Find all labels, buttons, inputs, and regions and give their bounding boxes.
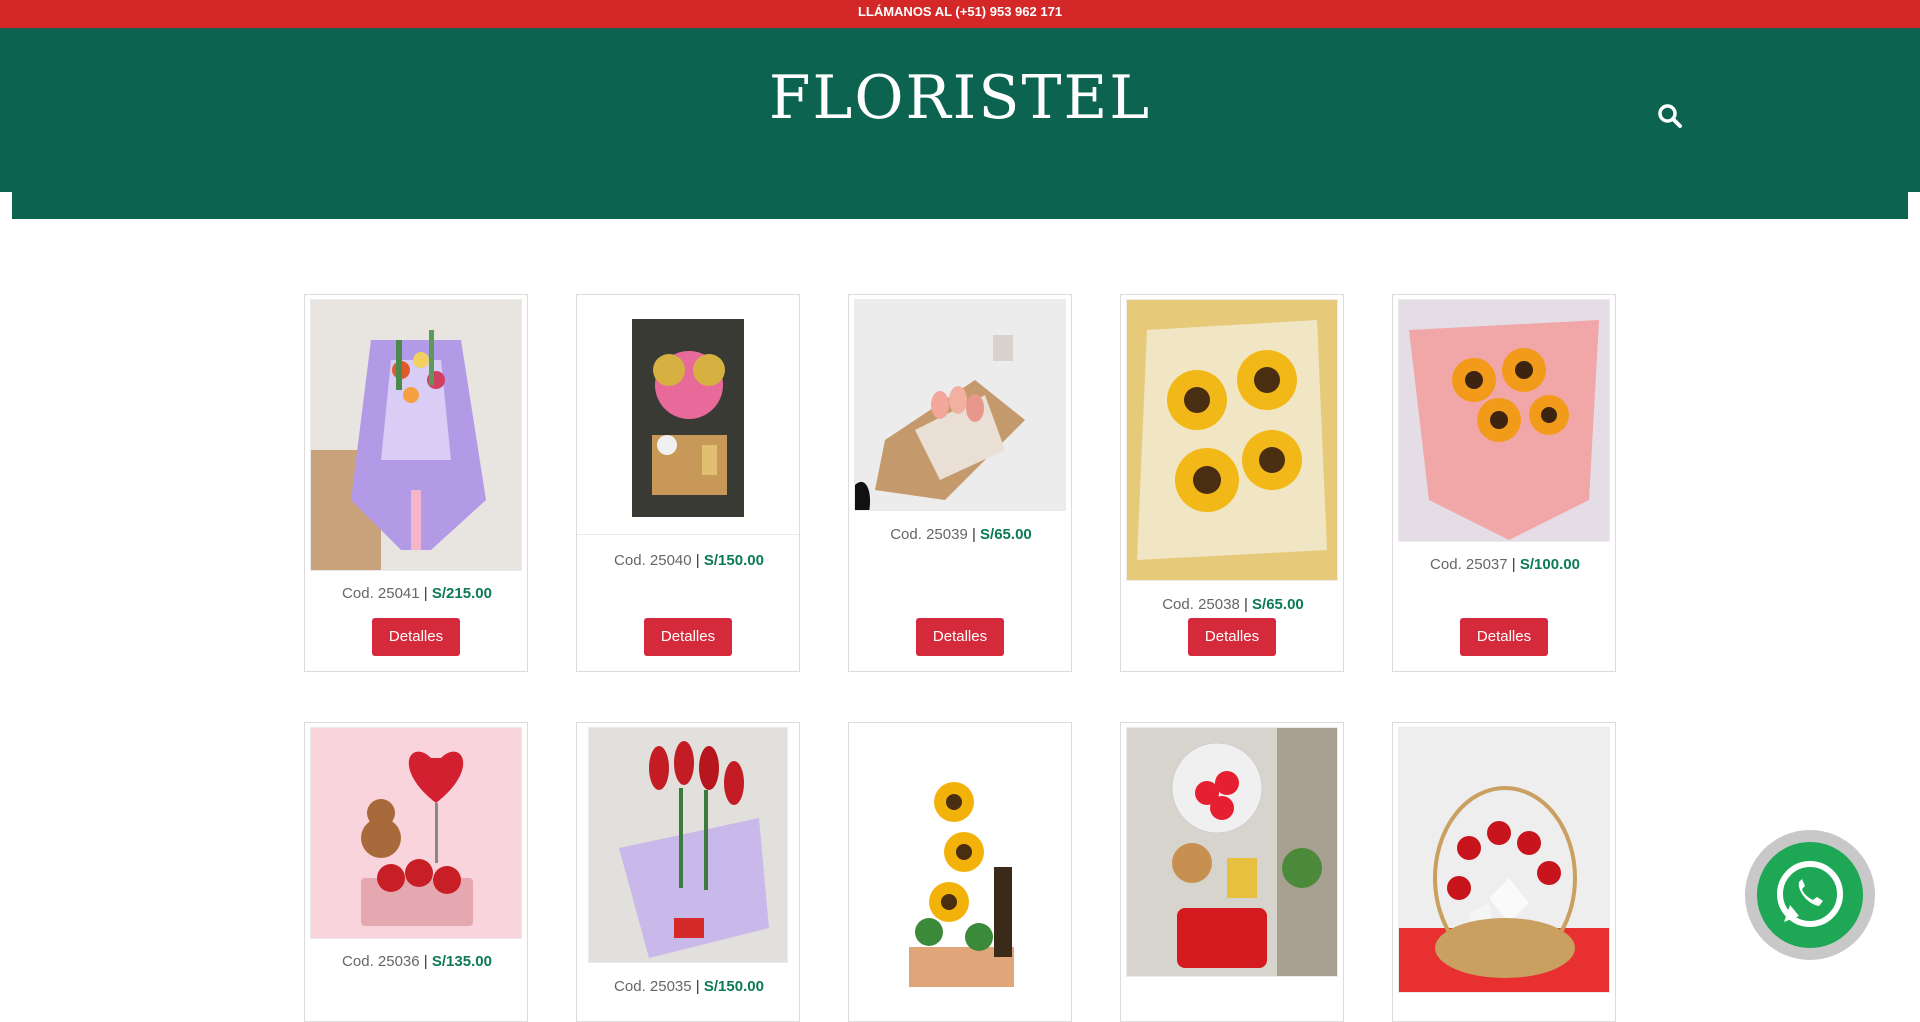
product-code: Cod. 25038 [1162,596,1240,613]
product-card[interactable]: Cod. 25040 | S/150.00 Detalles [576,294,800,672]
product-price: S/100.00 [1519,556,1580,573]
product-code: Cod. 25039 [890,526,968,543]
product-price: S/65.00 [980,526,1032,543]
product-price: S/135.00 [431,953,492,970]
product-price: S/65.00 [1252,596,1304,613]
separator: | [423,585,428,602]
product-card[interactable] [1392,722,1616,1022]
product-image[interactable] [854,299,1066,511]
product-card[interactable] [848,722,1072,1022]
product-price: S/215.00 [431,585,492,602]
top-announcement-bar: LLÁMANOS AL (+51) 953 962 171 [0,0,1920,28]
product-info: Cod. 25038 | S/65.00 [1121,596,1345,613]
product-code: Cod. 25037 [1430,556,1508,573]
product-card[interactable]: Cod. 25037 | S/100.00 Detalles [1392,294,1616,672]
whatsapp-button[interactable] [1745,830,1875,960]
product-image[interactable] [1398,727,1610,993]
search-icon[interactable] [1656,102,1684,130]
product-info: Cod. 25037 | S/100.00 [1393,556,1617,573]
product-price: S/150.00 [703,978,764,995]
product-code: Cod. 25036 [342,953,420,970]
separator: | [1243,596,1248,613]
product-image[interactable] [310,727,522,939]
details-button[interactable]: Detalles [372,618,460,656]
product-info: Cod. 25041 | S/215.00 [305,585,529,602]
product-image[interactable] [1126,727,1338,977]
product-price: S/150.00 [703,552,764,569]
details-button[interactable]: Detalles [644,618,732,656]
product-card[interactable] [1120,722,1344,1022]
product-code: Cod. 25041 [342,585,420,602]
product-image[interactable] [577,295,799,535]
details-button[interactable]: Detalles [1188,618,1276,656]
product-info: Cod. 25040 | S/150.00 [577,552,801,569]
product-card[interactable]: Cod. 25038 | S/65.00 Detalles [1120,294,1344,672]
product-code: Cod. 25040 [614,552,692,569]
separator: | [695,552,700,569]
site-header: FLORISTEL Arreglos Florales Ramos Peluch… [0,28,1920,226]
product-image[interactable] [1398,299,1610,542]
separator: | [423,953,428,970]
product-code: Cod. 25035 [614,978,692,995]
whatsapp-icon [1757,842,1863,948]
separator: | [695,978,700,995]
details-button[interactable]: Detalles [1460,618,1548,656]
product-image[interactable] [1126,299,1338,581]
separator: | [971,526,976,543]
product-image[interactable] [854,727,1066,993]
product-info: Cod. 25036 | S/135.00 [305,953,529,970]
phone-announcement: LLÁMANOS AL (+51) 953 962 171 [857,4,1063,19]
product-card[interactable]: Cod. 25036 | S/135.00 [304,722,528,1022]
site-logo[interactable]: FLORISTEL [0,60,1920,136]
header-extension [12,192,1908,219]
product-info: Cod. 25039 | S/65.00 [849,526,1073,543]
product-image[interactable] [310,299,522,571]
product-info: Cod. 25035 | S/150.00 [577,978,801,995]
product-card[interactable]: Cod. 25039 | S/65.00 Detalles [848,294,1072,672]
product-image[interactable] [588,727,788,963]
separator: | [1511,556,1516,573]
details-button[interactable]: Detalles [916,618,1004,656]
product-card[interactable]: Cod. 25035 | S/150.00 [576,722,800,1022]
product-card[interactable]: Cod. 25041 | S/215.00 Detalles [304,294,528,672]
